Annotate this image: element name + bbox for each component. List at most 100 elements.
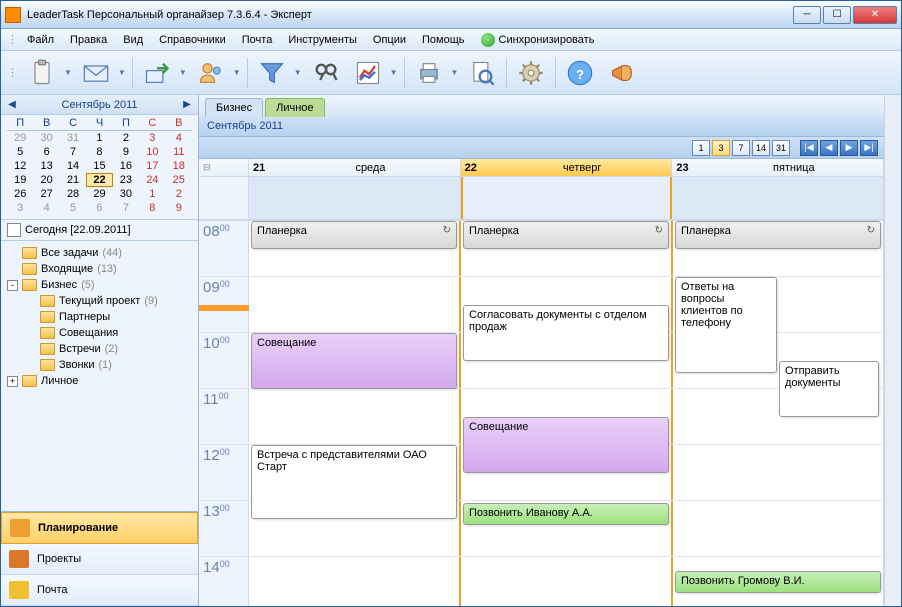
event[interactable]: Позвонить Громову В.И. (675, 571, 881, 593)
range-prev-button[interactable]: ◀ (820, 140, 838, 156)
event[interactable]: Совещание (463, 417, 669, 473)
cal-day[interactable]: 24 (139, 173, 165, 187)
cal-month-title[interactable]: Сентябрь 2011 (62, 99, 138, 111)
cal-day[interactable]: 4 (33, 201, 59, 215)
cal-day[interactable]: 2 (166, 187, 192, 201)
cal-day[interactable]: 3 (139, 131, 165, 145)
cal-day[interactable]: 5 (7, 145, 33, 159)
preview-button[interactable] (464, 55, 500, 91)
cal-day[interactable]: 15 (86, 159, 112, 173)
event[interactable]: Планерка↻ (463, 221, 669, 249)
tree-item[interactable]: Все задачи (44) (3, 245, 196, 261)
schedule-grid[interactable]: 0800090010001100120013001400Планерка↻Пла… (199, 221, 884, 606)
event[interactable]: Встреча с представителями ОАО Старт (251, 445, 457, 519)
cal-day[interactable]: 8 (86, 145, 112, 159)
event[interactable]: Отправить документы (779, 361, 879, 417)
menu-references[interactable]: Справочники (152, 31, 233, 49)
menu-options[interactable]: Опции (366, 31, 413, 49)
cal-day[interactable]: 22 (86, 173, 112, 187)
menu-help[interactable]: Помощь (415, 31, 472, 49)
range-1-button[interactable]: 1 (692, 140, 710, 156)
range-next-button[interactable]: ▶ (840, 140, 858, 156)
event[interactable]: Позвонить Иванову А.А. (463, 503, 669, 525)
cal-day[interactable]: 17 (139, 159, 165, 173)
cal-day[interactable]: 26 (7, 187, 33, 201)
tab-Бизнес[interactable]: Бизнес (205, 98, 263, 117)
day-header[interactable]: 21среда (249, 159, 461, 176)
tree-item[interactable]: Встречи (2) (3, 341, 196, 357)
help-button[interactable]: ? (562, 55, 598, 91)
stats-button[interactable] (350, 55, 386, 91)
cal-day[interactable]: 13 (33, 159, 59, 173)
nav-Почта[interactable]: Почта (1, 575, 198, 606)
cal-day[interactable]: 28 (60, 187, 86, 201)
print-button[interactable] (411, 55, 447, 91)
cal-day[interactable]: 25 (166, 173, 192, 187)
cal-day[interactable]: 19 (7, 173, 33, 187)
mail-button[interactable] (78, 55, 114, 91)
nav-Проекты[interactable]: Проекты (1, 544, 198, 575)
announce-button[interactable] (604, 55, 640, 91)
event[interactable]: Совещание (251, 333, 457, 389)
range-first-button[interactable]: |◀ (800, 140, 818, 156)
range-last-button[interactable]: ▶| (860, 140, 878, 156)
range-14-button[interactable]: 14 (752, 140, 770, 156)
range-31-button[interactable]: 31 (772, 140, 790, 156)
today-button[interactable]: Сегодня [22.09.2011] (1, 219, 198, 241)
day-header[interactable]: 23пятница (672, 159, 884, 176)
cal-day[interactable]: 27 (33, 187, 59, 201)
menu-sync[interactable]: Синхронизировать (474, 30, 602, 50)
menu-tools[interactable]: Инструменты (281, 31, 364, 49)
cal-day[interactable]: 7 (60, 145, 86, 159)
cal-day[interactable]: 9 (113, 145, 139, 159)
cal-day[interactable]: 6 (33, 145, 59, 159)
contacts-button[interactable] (193, 55, 229, 91)
cal-day[interactable]: 12 (7, 159, 33, 173)
event[interactable]: Планерка↻ (675, 221, 881, 249)
day-header[interactable]: 22четверг (461, 159, 673, 176)
cal-day[interactable]: 30 (113, 187, 139, 201)
search-button[interactable] (308, 55, 344, 91)
menu-view[interactable]: Вид (116, 31, 150, 49)
tree-item[interactable]: Входящие (13) (3, 261, 196, 277)
tree-item[interactable]: Совещания (3, 325, 196, 341)
range-3-button[interactable]: 3 (712, 140, 730, 156)
tree-item[interactable]: -Бизнес (5) (3, 277, 196, 293)
cal-day[interactable]: 31 (60, 131, 86, 145)
cal-day[interactable]: 6 (86, 201, 112, 215)
event[interactable]: Согласовать документы с отделом продаж (463, 305, 669, 361)
menu-edit[interactable]: Правка (63, 31, 114, 49)
menu-mail[interactable]: Почта (235, 31, 280, 49)
cal-day[interactable]: 20 (33, 173, 59, 187)
nav-Планирование[interactable]: Планирование (1, 512, 198, 544)
minimize-button[interactable]: ─ (793, 6, 821, 24)
close-button[interactable]: ✕ (853, 6, 897, 24)
cal-day[interactable]: 2 (113, 131, 139, 145)
vertical-scrollbar[interactable] (884, 95, 901, 606)
cal-day[interactable]: 1 (139, 187, 165, 201)
cal-day[interactable]: 21 (60, 173, 86, 187)
cal-day[interactable]: 29 (7, 131, 33, 145)
clipboard-button[interactable] (24, 55, 60, 91)
cal-day[interactable]: 5 (60, 201, 86, 215)
cal-day[interactable]: 30 (33, 131, 59, 145)
menu-file[interactable]: Файл (20, 31, 61, 49)
cal-day[interactable]: 18 (166, 159, 192, 173)
cal-day[interactable]: 11 (166, 145, 192, 159)
cal-day[interactable]: 1 (86, 131, 112, 145)
event[interactable]: Ответы на вопросы клиентов по телефону (675, 277, 777, 373)
tab-Личное[interactable]: Личное (265, 98, 324, 117)
event[interactable]: Планерка↻ (251, 221, 457, 249)
maximize-button[interactable]: ☐ (823, 6, 851, 24)
cal-day[interactable]: 7 (113, 201, 139, 215)
cal-day[interactable]: 4 (166, 131, 192, 145)
tree-item[interactable]: Текущий проект (9) (3, 293, 196, 309)
cal-day[interactable]: 29 (86, 187, 112, 201)
cal-day[interactable]: 23 (113, 173, 139, 187)
range-7-button[interactable]: 7 (732, 140, 750, 156)
cal-day[interactable]: 16 (113, 159, 139, 173)
cal-day[interactable]: 8 (139, 201, 165, 215)
cal-prev-button[interactable]: ◀ (5, 98, 19, 112)
cal-next-button[interactable]: ▶ (180, 98, 194, 112)
cal-day[interactable]: 10 (139, 145, 165, 159)
